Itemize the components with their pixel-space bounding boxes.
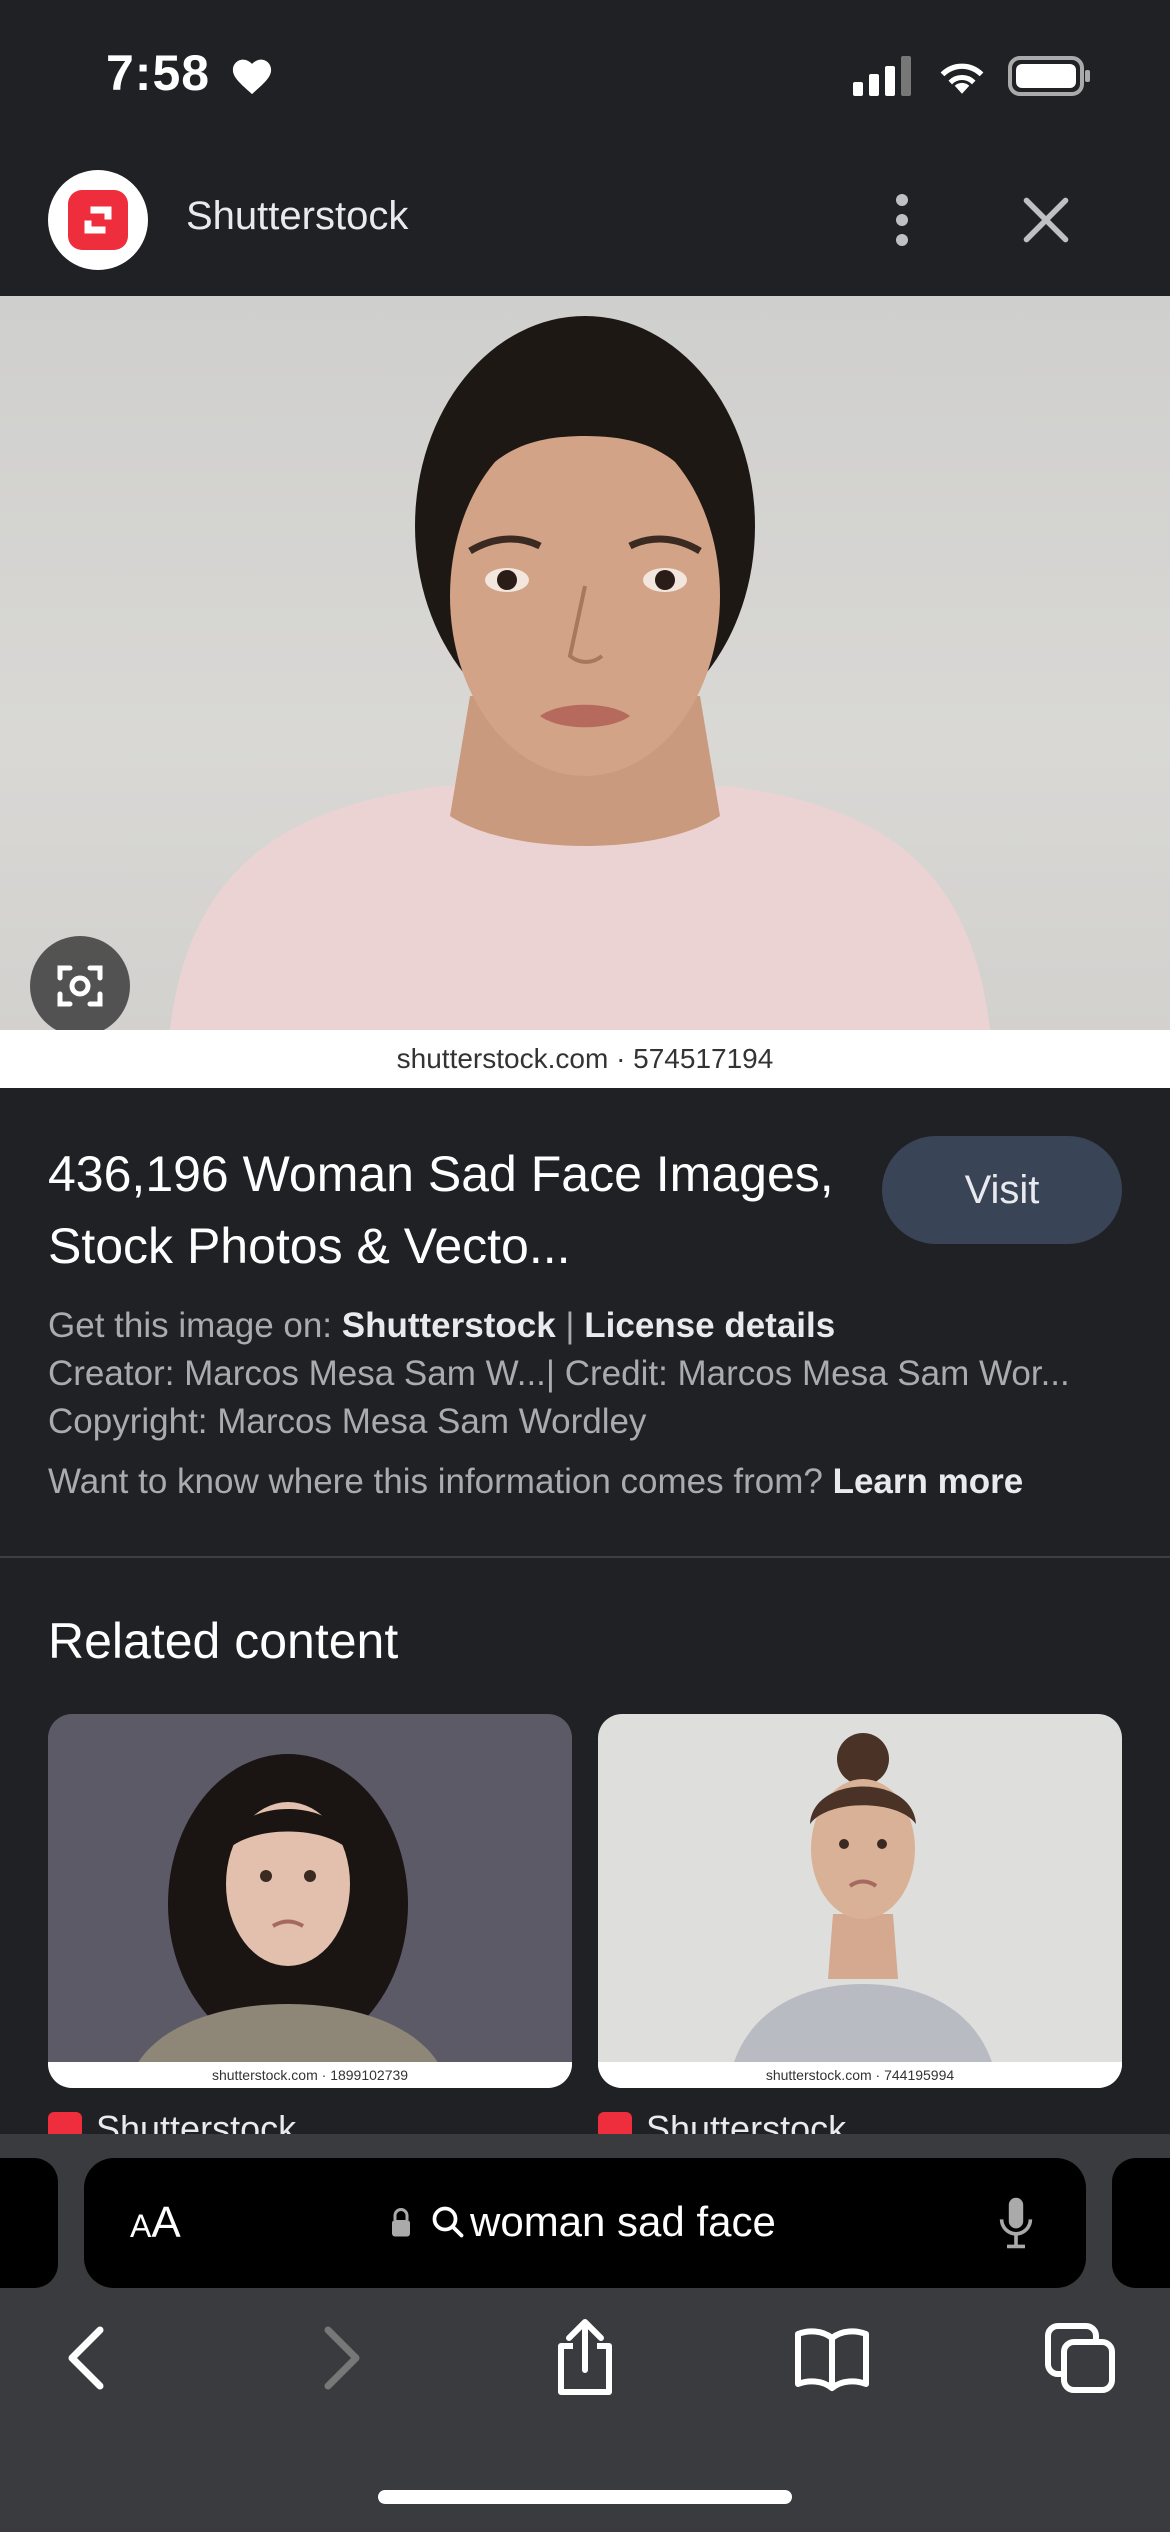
search-icon [432, 2206, 464, 2238]
separator: | [555, 1306, 585, 1345]
lens-button[interactable] [30, 936, 130, 1036]
related-content-heading: Related content [48, 1613, 399, 1669]
info-source-line: Want to know where this information come… [48, 1462, 1023, 1502]
related-card[interactable]: shutterstock.com · 744195994 [598, 1714, 1122, 2088]
mic-icon[interactable] [998, 2196, 1034, 2250]
text-size-large-a: A [151, 2198, 181, 2247]
license-details-link[interactable]: License details [584, 1306, 835, 1345]
more-vert-icon[interactable] [880, 190, 924, 250]
related-card-caption: shutterstock.com · 1899102739 [48, 2062, 572, 2088]
visit-button[interactable]: Visit [882, 1136, 1122, 1244]
previous-tab-preview[interactable] [0, 2158, 58, 2288]
heart-icon [232, 59, 272, 95]
shutterstock-logo[interactable] [48, 170, 148, 270]
learn-more-link[interactable]: Learn more [833, 1462, 1024, 1501]
wifi-icon [940, 63, 984, 94]
text-size-small-a: A [130, 2208, 152, 2244]
get-image-line: Get this image on: Shutterstock | Licens… [48, 1306, 835, 1346]
bookmarks-icon[interactable] [792, 2318, 872, 2398]
lens-icon [57, 965, 103, 1007]
share-icon[interactable] [545, 2318, 625, 2398]
home-indicator [378, 2490, 792, 2504]
source-link[interactable]: Shutterstock [342, 1306, 556, 1345]
get-image-prefix: Get this image on: [48, 1306, 342, 1345]
signal-icon [853, 56, 911, 96]
next-tab-preview[interactable] [1112, 2158, 1170, 2288]
hero-image-caption: shutterstock.com · 574517194 [0, 1030, 1170, 1088]
related-image-2 [728, 1733, 998, 2088]
related-card-caption: shutterstock.com · 744195994 [598, 2062, 1122, 2088]
result-title[interactable]: 436,196 Woman Sad Face Images, Stock Pho… [48, 1138, 868, 1282]
forward-icon[interactable] [300, 2318, 380, 2398]
close-icon[interactable] [1020, 194, 1072, 246]
battery-icon [1008, 56, 1090, 96]
copyright-line: Copyright: Marcos Mesa Sam Wordley [48, 1402, 647, 1441]
tabs-icon[interactable] [1040, 2318, 1120, 2398]
address-text: woman sad face [470, 2198, 776, 2245]
woman-portrait-image [170, 316, 990, 1030]
related-card[interactable]: shutterstock.com · 1899102739 [48, 1714, 572, 2088]
info-question: Want to know where this information come… [48, 1462, 833, 1501]
text-size-button[interactable]: AA [130, 2198, 181, 2248]
hero-image[interactable] [0, 296, 1170, 1030]
address-bar[interactable]: AA woman sad face [84, 2158, 1086, 2288]
back-icon[interactable] [48, 2318, 128, 2398]
related-image-1 [128, 1754, 448, 2088]
lock-icon [392, 2208, 410, 2237]
site-header: Shutterstock [0, 150, 1170, 296]
status-bar: 7:58 [0, 0, 1170, 150]
shutterstock-logo-mark-icon [84, 206, 112, 234]
divider [0, 1556, 1170, 1558]
creator-credit-line: Creator: Marcos Mesa Sam W...| Credit: M… [48, 1354, 1070, 1393]
site-name: Shutterstock [186, 194, 409, 238]
status-time: 7:58 [106, 45, 211, 101]
page: 7:58 Shutterstock shutterstock.com · 574… [0, 0, 1170, 2532]
